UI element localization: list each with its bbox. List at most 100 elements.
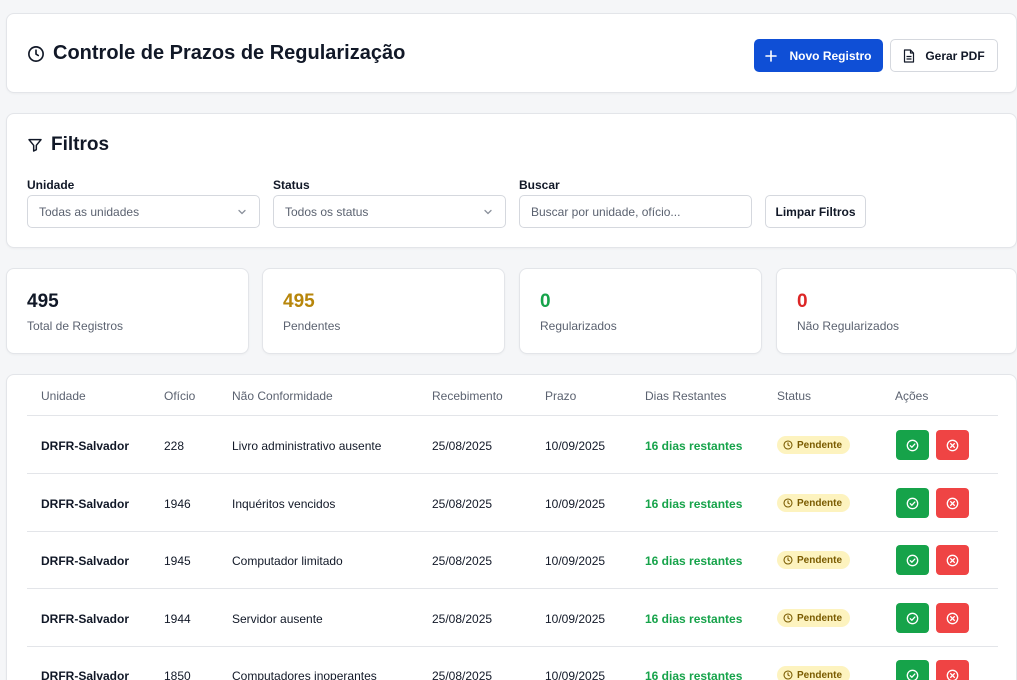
status-badge: Pendente	[777, 551, 851, 569]
cell-oficio: 1944	[164, 612, 191, 626]
generate-pdf-button[interactable]: Gerar PDF	[890, 39, 998, 72]
page-title-text: Controle de Prazos de Regularização	[53, 42, 406, 64]
col-recebimento: Recebimento	[432, 389, 503, 403]
x-circle-icon	[946, 554, 959, 567]
chevron-down-icon	[237, 207, 247, 217]
clock-icon	[783, 498, 793, 508]
search-filter-label: Buscar	[519, 178, 560, 192]
search-placeholder: Buscar por unidade, ofício...	[531, 204, 681, 219]
table-header: Unidade Ofício Não Conformidade Recebime…	[27, 375, 998, 416]
new-record-label: Novo Registro	[789, 48, 872, 63]
col-nao-conformidade: Não Conformidade	[232, 389, 333, 403]
cell-prazo: 10/09/2025	[545, 439, 606, 453]
stat-pending-value: 495	[283, 291, 315, 312]
stat-regularized-value: 0	[540, 291, 551, 312]
mark-regularized-button[interactable]	[896, 488, 929, 518]
chevron-down-icon	[483, 207, 493, 217]
cell-nao-conformidade: Computadores inoperantes	[232, 669, 377, 680]
clock-icon	[783, 555, 793, 565]
check-circle-icon	[906, 554, 919, 567]
table-row: DRFR-Salvador 228 Livro administrativo a…	[27, 416, 998, 474]
new-record-button[interactable]: Novo Registro	[754, 39, 883, 72]
cell-dias-restantes: 16 dias restantes	[645, 497, 743, 511]
check-circle-icon	[906, 669, 919, 680]
x-circle-icon	[946, 439, 959, 452]
check-circle-icon	[906, 612, 919, 625]
col-dias-restantes: Dias Restantes	[645, 389, 727, 403]
mark-not-regularized-button[interactable]	[936, 430, 969, 460]
clock-icon	[783, 613, 793, 623]
header-card: Controle de Prazos de Regularização Novo…	[6, 13, 1017, 93]
status-select-value: Todos os status	[285, 204, 369, 219]
cell-prazo: 10/09/2025	[545, 669, 606, 680]
cell-dias-restantes: 16 dias restantes	[645, 612, 743, 626]
cell-nao-conformidade: Inquéritos vencidos	[232, 497, 336, 511]
mark-not-regularized-button[interactable]	[936, 545, 969, 575]
mark-regularized-button[interactable]	[896, 430, 929, 460]
table-row: DRFR-Salvador 1944 Servidor ausente 25/0…	[27, 589, 998, 647]
cell-unidade: DRFR-Salvador	[41, 497, 130, 511]
stat-not-regularized-value: 0	[797, 291, 808, 312]
status-select[interactable]: Todos os status	[273, 195, 506, 228]
check-circle-icon	[906, 497, 919, 510]
cell-recebimento: 25/08/2025	[432, 554, 493, 568]
records-table: Unidade Ofício Não Conformidade Recebime…	[6, 374, 1017, 680]
plus-icon	[765, 49, 778, 62]
cell-nao-conformidade: Servidor ausente	[232, 612, 323, 626]
mark-regularized-button[interactable]	[896, 545, 929, 575]
cell-unidade: DRFR-Salvador	[41, 612, 130, 626]
cell-prazo: 10/09/2025	[545, 497, 606, 511]
filters-card: Filtros Unidade Todas as unidades Status…	[6, 113, 1017, 248]
unit-select-value: Todas as unidades	[39, 204, 140, 219]
status-badge-label: Pendente	[797, 439, 843, 451]
cell-oficio: 1946	[164, 497, 191, 511]
cell-recebimento: 25/08/2025	[432, 612, 493, 626]
status-badge-label: Pendente	[797, 497, 843, 509]
mark-not-regularized-button[interactable]	[936, 488, 969, 518]
col-unidade: Unidade	[41, 389, 86, 403]
col-oficio: Ofício	[164, 389, 196, 403]
status-filter-label: Status	[273, 178, 310, 192]
cell-recebimento: 25/08/2025	[432, 497, 493, 511]
mark-not-regularized-button[interactable]	[936, 660, 969, 680]
unit-filter-label: Unidade	[27, 178, 75, 192]
cell-oficio: 1850	[164, 669, 191, 680]
cell-prazo: 10/09/2025	[545, 612, 606, 626]
status-badge-label: Pendente	[797, 554, 843, 566]
cell-unidade: DRFR-Salvador	[41, 439, 130, 453]
generate-pdf-label: Gerar PDF	[925, 48, 985, 63]
cell-dias-restantes: 16 dias restantes	[645, 439, 743, 453]
x-circle-icon	[946, 669, 959, 680]
stat-pending-label: Pendentes	[283, 319, 341, 333]
filter-icon	[27, 137, 43, 153]
cell-unidade: DRFR-Salvador	[41, 554, 130, 568]
search-input[interactable]: Buscar por unidade, ofício...	[519, 195, 752, 228]
filters-title-text: Filtros	[51, 134, 110, 155]
stat-total-label: Total de Registros	[27, 319, 124, 333]
col-acoes: Ações	[895, 389, 929, 403]
status-badge: Pendente	[777, 494, 851, 512]
stat-not-regularized-label: Não Regularizados	[797, 319, 900, 333]
table-row: DRFR-Salvador 1946 Inquéritos vencidos 2…	[27, 474, 998, 532]
mark-regularized-button[interactable]	[896, 660, 929, 680]
cell-recebimento: 25/08/2025	[432, 669, 493, 680]
stat-total-value: 495	[27, 291, 59, 312]
unit-select[interactable]: Todas as unidades	[27, 195, 260, 228]
stat-card-regularized: 0 Regularizados	[519, 268, 762, 354]
stat-card-total: 495 Total de Registros	[6, 268, 249, 354]
clear-filters-button[interactable]: Limpar Filtros	[765, 195, 866, 228]
check-circle-icon	[906, 439, 919, 452]
clock-icon	[783, 440, 793, 450]
cell-dias-restantes: 16 dias restantes	[645, 554, 743, 568]
x-circle-icon	[946, 612, 959, 625]
cell-nao-conformidade: Computador limitado	[232, 554, 343, 568]
mark-not-regularized-button[interactable]	[936, 603, 969, 633]
table-row: DRFR-Salvador 1945 Computador limitado 2…	[27, 531, 998, 589]
stat-card-not-regularized: 0 Não Regularizados	[776, 268, 1017, 354]
page-title: Controle de Prazos de Regularização	[27, 42, 405, 65]
clock-icon	[783, 670, 793, 680]
x-circle-icon	[946, 497, 959, 510]
mark-regularized-button[interactable]	[896, 603, 929, 633]
status-badge-label: Pendente	[797, 612, 843, 624]
status-badge: Pendente	[777, 436, 851, 454]
